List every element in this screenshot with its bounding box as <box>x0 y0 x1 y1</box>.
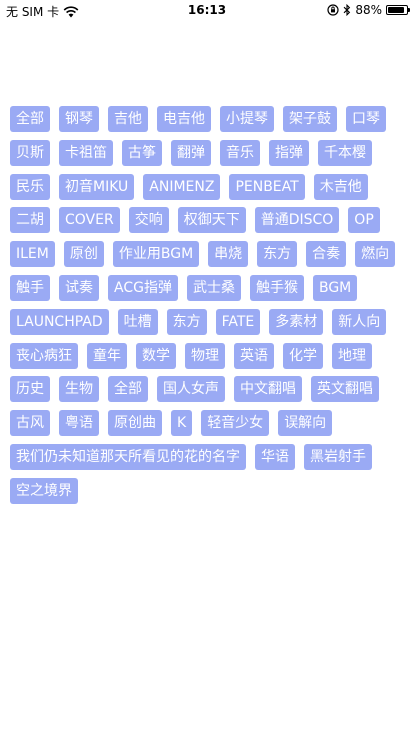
tag-chip[interactable]: 燃向 <box>355 241 396 268</box>
tag-chip[interactable]: 作业用BGM <box>112 241 200 268</box>
tag-chip[interactable]: 童年 <box>87 342 127 369</box>
tag-chip[interactable]: 贝斯 <box>10 139 50 166</box>
tag-chip[interactable]: 多素材 <box>269 308 324 335</box>
tag-chip[interactable]: 武士桑 <box>186 274 241 301</box>
tag-chip[interactable]: 地理 <box>332 342 372 369</box>
orientation-lock-icon <box>327 4 339 16</box>
tag-chip[interactable]: 空之境界 <box>10 477 78 504</box>
tag-chip[interactable]: 串烧 <box>208 241 249 268</box>
tag-chip[interactable]: 二胡 <box>10 207 50 234</box>
tag-chip[interactable]: 音乐 <box>220 139 260 166</box>
tag-cloud: 全部 钢琴 吉他 电吉他 小提琴 架子鼓 口琴 贝斯 卡祖笛 古筝 翻弹 音乐 指弹 千本樱 民乐 初音MIK… <box>10 106 406 504</box>
tag-chip[interactable]: 中文翻唱 <box>234 376 302 403</box>
tag-chip[interactable]: OP <box>348 207 380 234</box>
tag-chip[interactable]: 生物 <box>59 376 99 403</box>
tag-chip[interactable]: 误解向 <box>278 410 333 437</box>
bluetooth-icon <box>343 4 351 16</box>
tag-chip[interactable]: 粤语 <box>59 410 99 437</box>
battery-icon <box>386 5 410 15</box>
tag-chip[interactable]: 千本樱 <box>318 139 372 166</box>
tag-chip[interactable]: 触手 <box>10 274 50 301</box>
tag-chip[interactable]: 翻弹 <box>171 139 211 166</box>
tag-chip[interactable]: 原创 <box>63 241 104 268</box>
tag-chip[interactable]: 数学 <box>136 342 176 369</box>
tag-chip[interactable]: 电吉他 <box>157 106 211 132</box>
tag-chip[interactable]: 普通DISCO <box>254 207 340 234</box>
tag-chip[interactable]: 吐槽 <box>117 308 158 335</box>
battery-percent: 88% <box>355 3 382 17</box>
tag-chip[interactable]: 钢琴 <box>59 106 99 132</box>
tag-chip[interactable]: 东方 <box>166 308 207 335</box>
tag-chip[interactable]: 指弹 <box>269 139 309 166</box>
tag-chip[interactable]: 交响 <box>128 207 169 234</box>
tag-chip[interactable]: 吉他 <box>108 106 148 132</box>
tag-chip[interactable]: 权御天下 <box>177 207 246 234</box>
tag-chip[interactable]: 英语 <box>234 342 274 369</box>
tag-chip[interactable]: 古风 <box>10 410 50 437</box>
tag-chip[interactable]: 化学 <box>283 342 323 369</box>
tag-chip[interactable]: 全部 <box>10 106 50 132</box>
tag-chip[interactable]: 小提琴 <box>220 106 274 132</box>
status-bar: 无 SIM 卡 16:13 88% <box>0 0 414 20</box>
tag-chip[interactable]: 轻音少女 <box>201 410 270 437</box>
tag-chip[interactable]: 口琴 <box>346 106 386 132</box>
battery-fill <box>388 7 404 13</box>
tag-chip[interactable]: LAUNCHPAD <box>10 308 109 335</box>
tag-chip[interactable]: 民乐 <box>10 173 50 200</box>
tag-chip[interactable]: BGM <box>312 274 358 301</box>
tag-chip[interactable]: FATE <box>215 308 261 335</box>
tag-chip[interactable]: 初音MIKU <box>59 173 135 200</box>
tag-chip[interactable]: ILEM <box>10 241 55 268</box>
tag-chip[interactable]: 架子鼓 <box>283 106 337 132</box>
tag-chip[interactable]: COVER <box>59 207 120 234</box>
tag-chip[interactable]: 我们仍未知道那天所看见的花的名字 <box>10 443 246 470</box>
tag-chip[interactable]: 木吉他 <box>313 173 368 200</box>
tag-chip[interactable]: 触手猴 <box>249 274 304 301</box>
tag-chip[interactable]: 黑岩射手 <box>304 443 372 470</box>
tag-chip[interactable]: ACG指弹 <box>108 274 178 301</box>
tag-chip[interactable]: 丧心病狂 <box>10 342 78 369</box>
tag-chip[interactable]: 古筝 <box>122 139 162 166</box>
tag-chip[interactable]: 全部 <box>108 376 148 403</box>
tag-chip[interactable]: 物理 <box>185 342 225 369</box>
tag-chip[interactable]: 合奏 <box>306 241 347 268</box>
tag-chip[interactable]: 原创曲 <box>108 410 162 437</box>
tag-chip[interactable]: 华语 <box>255 443 295 470</box>
screen: 无 SIM 卡 16:13 88% 全部 钢琴 吉他 电吉他 小提琴 架子鼓 口… <box>0 0 414 736</box>
status-bar-right: 88% <box>327 3 410 17</box>
tag-chip[interactable]: ANIMENZ <box>143 173 221 200</box>
tag-chip[interactable]: 卡祖笛 <box>59 139 113 166</box>
tag-chip[interactable]: 新人向 <box>332 308 387 335</box>
tag-chip[interactable]: 历史 <box>10 376 50 403</box>
tag-chip[interactable]: 国人女声 <box>157 376 225 403</box>
tag-chip[interactable]: 试奏 <box>59 274 99 301</box>
tag-chip[interactable]: 英文翻唱 <box>311 376 379 403</box>
tag-chip[interactable]: K <box>171 410 193 437</box>
tag-chip[interactable]: PENBEAT <box>229 173 305 200</box>
tag-chip[interactable]: 东方 <box>257 241 298 268</box>
